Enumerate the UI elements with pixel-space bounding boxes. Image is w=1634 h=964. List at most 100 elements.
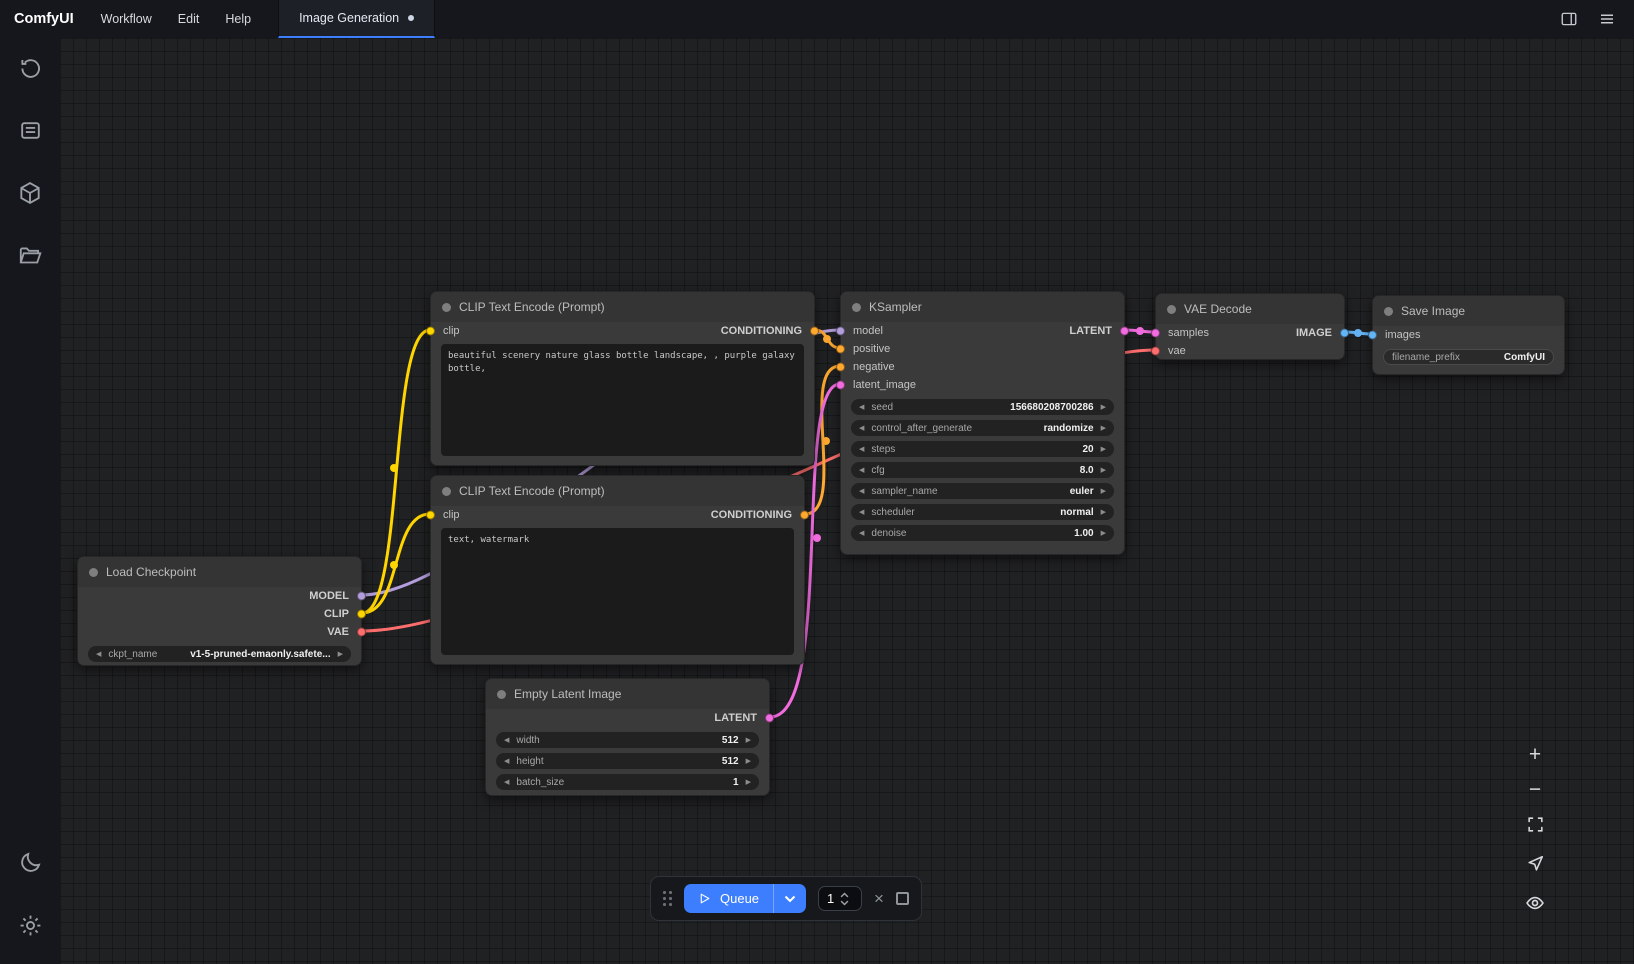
hamburger-menu-icon[interactable]	[1598, 10, 1616, 28]
output-port-image[interactable]	[1340, 329, 1349, 338]
decrement-chevron-icon[interactable]	[840, 900, 849, 906]
widget-steps[interactable]: steps 20	[851, 441, 1114, 457]
theme-toggle-icon[interactable]	[18, 850, 43, 875]
decrement-arrow-icon[interactable]	[859, 488, 864, 495]
zoom-in-icon[interactable]	[1525, 745, 1545, 765]
node-empty-latent-image[interactable]: Empty Latent Image LATENT width 512 heig…	[485, 678, 770, 796]
input-port-positive[interactable]	[836, 345, 845, 354]
node-ksampler[interactable]: KSampler model LATENT positive negative …	[840, 291, 1125, 555]
queue-options-chevron-icon[interactable]	[774, 884, 806, 913]
select-cursor-icon[interactable]	[1526, 854, 1545, 878]
input-port-model[interactable]	[836, 327, 845, 336]
widget-scheduler[interactable]: scheduler normal	[851, 504, 1114, 520]
node-load-checkpoint[interactable]: Load Checkpoint MODEL CLIP VAE ckpt_name…	[77, 556, 362, 666]
widget-batch-size[interactable]: batch_size 1	[496, 774, 759, 790]
node-header[interactable]: CLIP Text Encode (Prompt)	[431, 476, 804, 506]
node-vae-decode[interactable]: VAE Decode samples IMAGE vae	[1155, 293, 1345, 360]
model-library-icon[interactable]	[17, 180, 43, 206]
decrement-arrow-icon[interactable]	[504, 737, 509, 744]
increment-arrow-icon[interactable]	[1101, 530, 1106, 537]
output-port-latent[interactable]	[765, 714, 774, 723]
decrement-arrow-icon[interactable]	[859, 467, 864, 474]
node-header[interactable]: CLIP Text Encode (Prompt)	[431, 292, 814, 322]
widget-seed[interactable]: seed 156680208700286	[851, 399, 1114, 415]
decrement-arrow-icon[interactable]	[859, 446, 864, 453]
decrement-arrow-icon[interactable]	[504, 758, 509, 765]
collapse-dot[interactable]	[442, 303, 451, 312]
increment-arrow-icon[interactable]	[1101, 467, 1106, 474]
stop-icon[interactable]	[896, 892, 909, 905]
widget-filename-prefix[interactable]: filename_prefix ComfyUI	[1383, 349, 1554, 365]
zoom-out-icon[interactable]	[1525, 780, 1545, 800]
decrement-arrow-icon[interactable]	[859, 530, 864, 537]
queue-button[interactable]: Queue	[684, 884, 806, 913]
output-port-latent[interactable]	[1120, 327, 1129, 336]
increment-arrow-icon[interactable]	[1101, 404, 1106, 411]
batch-count-input[interactable]: 1	[818, 886, 862, 911]
decrement-arrow-icon[interactable]	[859, 404, 864, 411]
settings-gear-icon[interactable]	[18, 913, 43, 938]
output-port-conditioning[interactable]	[810, 327, 819, 336]
node-save-image[interactable]: Save Image images filename_prefix ComfyU…	[1372, 295, 1565, 375]
tab-image-generation[interactable]: Image Generation	[278, 0, 435, 38]
menu-edit[interactable]: Edit	[165, 0, 213, 38]
collapse-dot[interactable]	[497, 690, 506, 699]
prompt-textarea[interactable]: text, watermark	[441, 528, 794, 655]
node-library-icon[interactable]	[18, 118, 43, 143]
output-port-conditioning[interactable]	[800, 511, 809, 520]
widget-sampler-name[interactable]: sampler_name euler	[851, 483, 1114, 499]
node-clip-text-encode-negative[interactable]: CLIP Text Encode (Prompt) clip CONDITION…	[430, 475, 805, 665]
queue-history-icon[interactable]	[18, 56, 43, 81]
input-port-latent-image[interactable]	[836, 381, 845, 390]
fit-view-icon[interactable]	[1526, 815, 1545, 839]
clear-queue-icon[interactable]	[874, 890, 884, 907]
widget-cfg[interactable]: cfg 8.0	[851, 462, 1114, 478]
node-header[interactable]: VAE Decode	[1156, 294, 1344, 324]
node-header[interactable]: Load Checkpoint	[78, 557, 361, 587]
widget-denoise[interactable]: denoise 1.00	[851, 525, 1114, 541]
menu-workflow[interactable]: Workflow	[88, 0, 165, 38]
input-port-clip[interactable]	[426, 511, 435, 520]
widget-control-after-generate[interactable]: control_after_generate randomize	[851, 420, 1114, 436]
input-port-images[interactable]	[1368, 331, 1377, 340]
widget-width[interactable]: width 512	[496, 732, 759, 748]
decrement-arrow-icon[interactable]	[859, 509, 864, 516]
node-header[interactable]: Empty Latent Image	[486, 679, 769, 709]
prompt-textarea[interactable]: beautiful scenery nature glass bottle la…	[441, 344, 804, 456]
drag-handle-icon[interactable]	[663, 891, 672, 906]
node-header[interactable]: KSampler	[841, 292, 1124, 322]
collapse-dot[interactable]	[89, 568, 98, 577]
widget-ckpt-name[interactable]: ckpt_name v1-5-pruned-emaonly.safete...	[88, 646, 351, 662]
input-port-negative[interactable]	[836, 363, 845, 372]
decrement-arrow-icon[interactable]	[96, 651, 101, 658]
decrement-arrow-icon[interactable]	[859, 425, 864, 432]
input-port-samples[interactable]	[1151, 329, 1160, 338]
menu-help[interactable]: Help	[212, 0, 264, 38]
node-clip-text-encode-positive[interactable]: CLIP Text Encode (Prompt) clip CONDITION…	[430, 291, 815, 466]
input-port-vae[interactable]	[1151, 347, 1160, 356]
increment-arrow-icon[interactable]	[1101, 425, 1106, 432]
output-port-vae[interactable]	[357, 628, 366, 637]
output-port-model[interactable]	[357, 592, 366, 601]
widget-height[interactable]: height 512	[496, 753, 759, 769]
increment-arrow-icon[interactable]	[1101, 446, 1106, 453]
increment-arrow-icon[interactable]	[746, 758, 751, 765]
collapse-dot[interactable]	[852, 303, 861, 312]
input-port-clip[interactable]	[426, 327, 435, 336]
increment-arrow-icon[interactable]	[746, 779, 751, 786]
increment-chevron-icon[interactable]	[840, 892, 849, 898]
output-port-clip[interactable]	[357, 610, 366, 619]
collapse-dot[interactable]	[1167, 305, 1176, 314]
node-header[interactable]: Save Image	[1373, 296, 1564, 326]
graph-canvas[interactable]: Load Checkpoint MODEL CLIP VAE ckpt_name…	[60, 38, 1634, 964]
increment-arrow-icon[interactable]	[1101, 509, 1106, 516]
workflows-folder-icon[interactable]	[17, 243, 43, 269]
increment-arrow-icon[interactable]	[746, 737, 751, 744]
increment-arrow-icon[interactable]	[1101, 488, 1106, 495]
increment-arrow-icon[interactable]	[338, 651, 343, 658]
decrement-arrow-icon[interactable]	[504, 779, 509, 786]
panel-toggle-icon[interactable]	[1560, 10, 1578, 28]
collapse-dot[interactable]	[1384, 307, 1393, 316]
toggle-visibility-eye-icon[interactable]	[1525, 893, 1545, 918]
collapse-dot[interactable]	[442, 487, 451, 496]
